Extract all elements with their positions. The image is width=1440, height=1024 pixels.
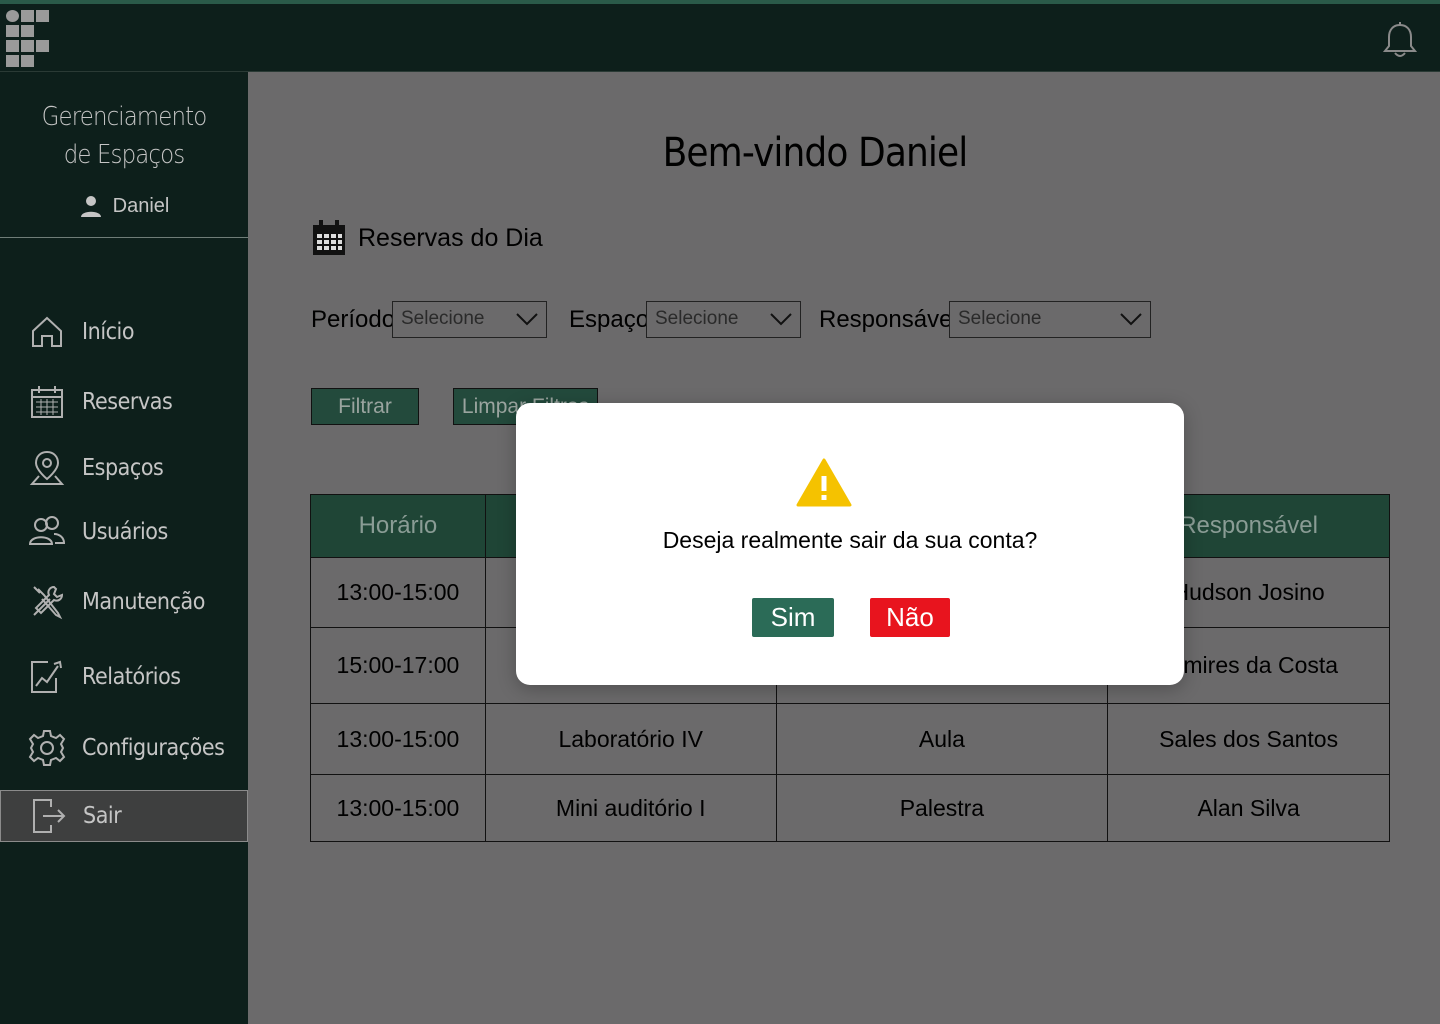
confirm-logout-button[interactable]: Sim [752,598,834,637]
sidebar-item-usuarios[interactable]: Usuários [0,506,248,558]
table-cell: 13:00-15:00 [310,703,486,775]
table-cell: 13:00-15:00 [310,774,486,842]
espaco-select-value: Selecione [655,308,739,329]
sidebar-item-label: Usuários [82,519,168,545]
responsavel-select-value: Selecione [958,308,1042,329]
notification-bell-icon[interactable] [1382,22,1418,60]
warning-icon [796,458,852,513]
sidebar-item-relatorios[interactable]: Relatórios [0,651,248,703]
tools-icon [26,581,68,623]
sidebar-item-label: Relatórios [82,664,181,690]
table-row: 13:00-15:00 Mini auditório I Palestra Al… [310,774,1390,842]
institution-logo[interactable] [6,10,52,68]
calendar-icon [313,220,345,255]
chevron-down-icon [516,313,538,326]
table-cell: Sales dos Santos [1107,703,1390,775]
sidebar-item-reservas[interactable]: Reservas [0,376,248,428]
periodo-select-value: Selecione [401,308,485,329]
periodo-label: Período: [311,306,402,333]
sidebar-item-label: Reservas [82,389,173,415]
espaco-label: Espaço: [569,306,656,333]
app-title-line2: de Espaços [63,140,185,170]
app-title-line1: Gerenciamento [41,102,208,132]
dialog-message: Deseja realmente sair da sua conta? [662,527,1038,553]
column-header-horario: Horário [310,494,486,558]
sidebar-item-label: Sair [83,803,122,829]
logout-icon [27,795,69,837]
logout-confirm-dialog: Deseja realmente sair da sua conta? Sim … [516,403,1184,685]
sidebar-item-espacos[interactable]: Espaços [0,442,248,494]
table-cell: Alan Silva [1107,774,1390,842]
table-cell: Aula [775,703,1109,775]
sidebar-item-manutencao[interactable]: Manutenção [0,576,248,628]
users-icon [26,511,68,553]
table-cell: Palestra [775,774,1109,842]
report-chart-icon [26,656,68,698]
sidebar-item-sair[interactable]: Sair [0,790,248,842]
sidebar-item-label: Configurações [82,735,225,761]
current-user[interactable]: Daniel [0,194,248,218]
gear-icon [26,727,68,769]
table-cell: Laboratório IV [484,703,777,775]
sidebar-item-label: Espaços [82,455,164,481]
calendar-icon [26,381,68,423]
home-icon [26,311,68,353]
table-cell: 13:00-15:00 [310,557,486,628]
responsavel-label: Responsável: [819,306,965,333]
sidebar-item-label: Início [82,319,135,345]
table-cell: Mini auditório I [484,774,777,842]
top-bar [0,0,1440,72]
sidebar-header: Gerenciamento de Espaços Daniel [0,72,248,238]
page-title: Bem-vindo Daniel [662,130,969,176]
sidebar-item-label: Manutenção [82,589,205,615]
filter-button[interactable]: Filtrar [311,388,419,425]
periodo-select[interactable]: Selecione [392,301,547,338]
location-pin-icon [26,447,68,489]
sidebar: Gerenciamento de Espaços Daniel Início R… [0,72,248,1024]
user-name: Daniel [112,194,170,217]
espaco-select[interactable]: Selecione [646,301,801,338]
sidebar-item-inicio[interactable]: Início [0,306,248,358]
chevron-down-icon [1120,313,1142,326]
section-title: Reservas do Dia [358,223,543,252]
sidebar-item-configuracoes[interactable]: Configurações [0,722,248,774]
cancel-logout-button[interactable]: Não [870,598,950,637]
section-header: Reservas do Dia [312,220,543,256]
chevron-down-icon [770,313,792,326]
table-row: 13:00-15:00 Laboratório IV Aula Sales do… [310,703,1390,775]
user-icon [80,196,101,217]
table-cell: 15:00-17:00 [310,627,486,704]
responsavel-select[interactable]: Selecione [949,301,1151,338]
